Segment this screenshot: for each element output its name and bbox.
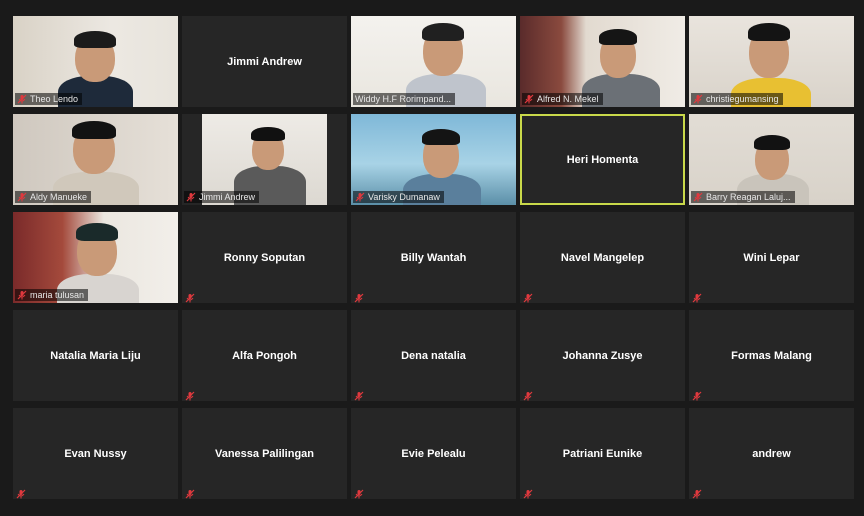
participant-name: Billy Wantah bbox=[400, 251, 467, 264]
participant-name: Natalia Maria Liju bbox=[50, 349, 141, 362]
participant-tile[interactable]: Barry Reagan Laluj... bbox=[689, 114, 854, 205]
participant-tile[interactable]: Evan Nussy bbox=[13, 408, 178, 499]
participant-name: Vanessa Palilingan bbox=[214, 447, 315, 460]
participant-tile[interactable]: Jimmi Andrew bbox=[182, 16, 347, 107]
participant-tile[interactable]: Widdy H.F Rorimpand... bbox=[351, 16, 516, 107]
muted-microphone-icon bbox=[693, 192, 703, 202]
muted-microphone-icon bbox=[17, 290, 27, 300]
muted-microphone-icon bbox=[355, 192, 365, 202]
participant-tile[interactable]: andrew bbox=[689, 408, 854, 499]
participant-hair bbox=[754, 135, 790, 150]
participant-name: Formas Malang bbox=[731, 349, 812, 362]
muted-microphone-icon bbox=[354, 290, 364, 303]
participant-name: Alfa Pongoh bbox=[232, 349, 297, 362]
participant-tile[interactable]: Wini Lepar bbox=[689, 212, 854, 303]
muted-microphone-icon bbox=[692, 290, 702, 303]
participant-tile[interactable]: Theo Lendo bbox=[13, 16, 178, 107]
participant-name: Theo Lendo bbox=[30, 94, 79, 104]
muted-microphone-icon bbox=[185, 486, 195, 499]
participant-name: Dena natalia bbox=[401, 349, 466, 362]
participant-name: Jimmi Andrew bbox=[227, 55, 302, 68]
participant-hair bbox=[251, 127, 285, 141]
muted-microphone-icon bbox=[17, 192, 27, 202]
participant-name: Ronny Soputan bbox=[223, 251, 306, 264]
muted-microphone-icon bbox=[692, 486, 702, 499]
muted-microphone-icon bbox=[524, 94, 534, 104]
participant-tile[interactable]: Dena natalia bbox=[351, 310, 516, 401]
participant-tile[interactable]: Navel Mangelep bbox=[520, 212, 685, 303]
participant-nameplate: Theo Lendo bbox=[15, 93, 83, 105]
participant-nameplate: Aldy Manueke bbox=[15, 191, 92, 203]
participant-nameplate: Barry Reagan Laluj... bbox=[691, 191, 795, 203]
muted-microphone-icon bbox=[16, 486, 26, 499]
participant-hair bbox=[422, 129, 460, 145]
participant-tile[interactable]: Ronny Soputan bbox=[182, 212, 347, 303]
participant-name: Evie Pelealu bbox=[401, 447, 466, 460]
participant-name: Widdy H.F Rorimpand... bbox=[355, 94, 452, 104]
participant-tile[interactable]: Alfred N. Mekel bbox=[520, 16, 685, 107]
participant-name: Aldy Manueke bbox=[30, 192, 88, 202]
participant-nameplate: Varisky Dumanaw bbox=[353, 191, 444, 203]
muted-microphone-icon bbox=[523, 290, 533, 303]
participant-name: Wini Lepar bbox=[743, 251, 800, 264]
participant-nameplate: Jimmi Andrew bbox=[184, 191, 260, 203]
participant-tile[interactable]: Evie Pelealu bbox=[351, 408, 516, 499]
participant-name: Evan Nussy bbox=[64, 447, 127, 460]
participant-hair bbox=[74, 31, 116, 48]
participant-name: Varisky Dumanaw bbox=[368, 192, 440, 202]
participant-nameplate: Alfred N. Mekel bbox=[522, 93, 603, 105]
participant-hair bbox=[422, 23, 464, 41]
muted-microphone-icon bbox=[692, 388, 702, 401]
participant-hair bbox=[599, 29, 637, 45]
participant-tile[interactable]: Alfa Pongoh bbox=[182, 310, 347, 401]
participant-tile[interactable]: Varisky Dumanaw bbox=[351, 114, 516, 205]
participant-tile[interactable]: Billy Wantah bbox=[351, 212, 516, 303]
participant-name: Patriani Eunike bbox=[562, 447, 643, 460]
gallery-view-grid: Theo Lendo Jimmi Andrew Widdy H.F Rorimpan… bbox=[13, 16, 855, 501]
muted-microphone-icon bbox=[185, 388, 195, 401]
participant-nameplate: christiegumansing bbox=[691, 93, 783, 105]
participant-tile[interactable]: Heri Homenta bbox=[520, 114, 685, 205]
participant-tile[interactable]: Natalia Maria Liju bbox=[13, 310, 178, 401]
muted-microphone-icon bbox=[693, 94, 703, 104]
participant-tile[interactable]: Aldy Manueke bbox=[13, 114, 178, 205]
participant-hair bbox=[72, 121, 116, 139]
muted-microphone-icon bbox=[354, 486, 364, 499]
participant-tile[interactable]: Vanessa Palilingan bbox=[182, 408, 347, 499]
participant-hair bbox=[748, 23, 790, 41]
participant-name: christiegumansing bbox=[706, 94, 779, 104]
participant-nameplate: maria tulusan bbox=[15, 289, 89, 301]
participant-tile[interactable]: Formas Malang bbox=[689, 310, 854, 401]
participant-nameplate: Widdy H.F Rorimpand... bbox=[353, 93, 456, 105]
muted-microphone-icon bbox=[523, 388, 533, 401]
participant-name: Alfred N. Mekel bbox=[537, 94, 599, 104]
participant-tile[interactable]: Patriani Eunike bbox=[520, 408, 685, 499]
muted-microphone-icon bbox=[17, 94, 27, 104]
participant-name: Heri Homenta bbox=[566, 153, 639, 166]
participant-tile[interactable]: Johanna Zusye bbox=[520, 310, 685, 401]
participant-name: maria tulusan bbox=[30, 290, 85, 300]
muted-microphone-icon bbox=[523, 486, 533, 499]
muted-microphone-icon bbox=[354, 388, 364, 401]
participant-hair bbox=[76, 223, 118, 241]
participant-name: andrew bbox=[752, 447, 791, 460]
participant-name: Johanna Zusye bbox=[562, 349, 643, 362]
participant-name: Jimmi Andrew bbox=[199, 192, 256, 202]
muted-microphone-icon bbox=[186, 192, 196, 202]
participant-tile[interactable]: Jimmi Andrew bbox=[182, 114, 347, 205]
participant-name: Navel Mangelep bbox=[560, 251, 645, 264]
participant-name: Barry Reagan Laluj... bbox=[706, 192, 791, 202]
participant-tile[interactable]: maria tulusan bbox=[13, 212, 178, 303]
participant-tile[interactable]: christiegumansing bbox=[689, 16, 854, 107]
muted-microphone-icon bbox=[185, 290, 195, 303]
